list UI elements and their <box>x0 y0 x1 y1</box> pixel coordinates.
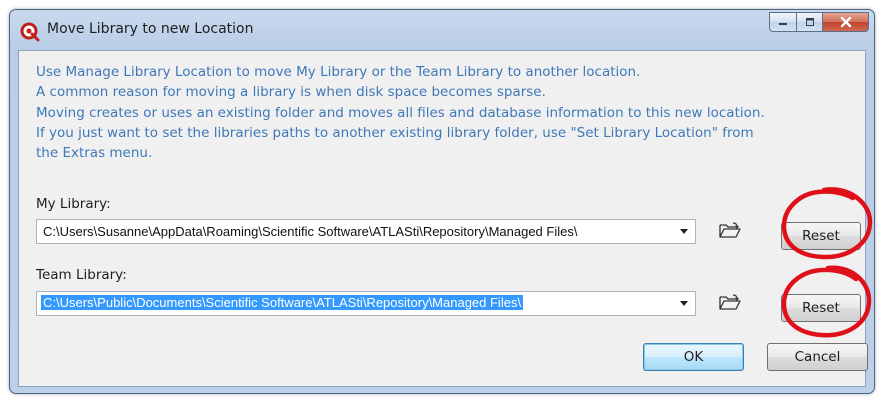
my-library-path-value: C:\Users\Susanne\AppData\Roaming\Scienti… <box>43 224 578 239</box>
team-library-reset-button[interactable]: Reset <box>781 294 861 322</box>
chevron-down-icon[interactable] <box>680 301 688 306</box>
my-library-path-combo[interactable]: C:\Users\Susanne\AppData\Roaming\Scienti… <box>36 219 696 244</box>
team-library-label: Team Library: <box>36 267 127 283</box>
close-icon <box>840 16 851 28</box>
chevron-down-icon[interactable] <box>680 229 688 234</box>
info-line: Use Manage Library Location to move My L… <box>36 64 641 80</box>
info-line: the Extras menu. <box>36 145 153 162</box>
info-text: Use Manage Library Location to move My L… <box>36 62 851 163</box>
maximize-button[interactable] <box>797 12 823 32</box>
dialog-window: Move Library to new Location Use Manage … <box>9 9 875 394</box>
team-library-path-combo[interactable]: C:\Users\Public\Documents\Scientific Sof… <box>36 291 696 316</box>
cancel-button[interactable]: Cancel <box>767 343 868 371</box>
info-line: If you just want to set the libraries pa… <box>36 124 754 141</box>
my-library-label: My Library: <box>36 196 111 212</box>
atlasti-app-icon <box>20 22 40 42</box>
info-line: Moving creates or uses an existing folde… <box>36 104 765 121</box>
caption-buttons <box>769 12 869 34</box>
minimize-button[interactable] <box>769 12 797 32</box>
folder-open-icon[interactable] <box>719 294 741 312</box>
close-button[interactable] <box>823 12 869 32</box>
team-library-path-value: C:\Users\Public\Documents\Scientific Sof… <box>41 295 524 310</box>
my-library-reset-button[interactable]: Reset <box>781 222 861 250</box>
window-title: Move Library to new Location <box>47 21 254 37</box>
minimize-icon <box>779 23 787 25</box>
folder-open-icon[interactable] <box>719 222 741 240</box>
ok-button[interactable]: OK <box>643 343 744 371</box>
title-bar[interactable]: Move Library to new Location <box>10 10 874 50</box>
maximize-icon <box>805 18 814 26</box>
dialog-content: Use Manage Library Location to move My L… <box>18 50 868 387</box>
info-line: A common reason for moving a library is … <box>36 84 546 101</box>
